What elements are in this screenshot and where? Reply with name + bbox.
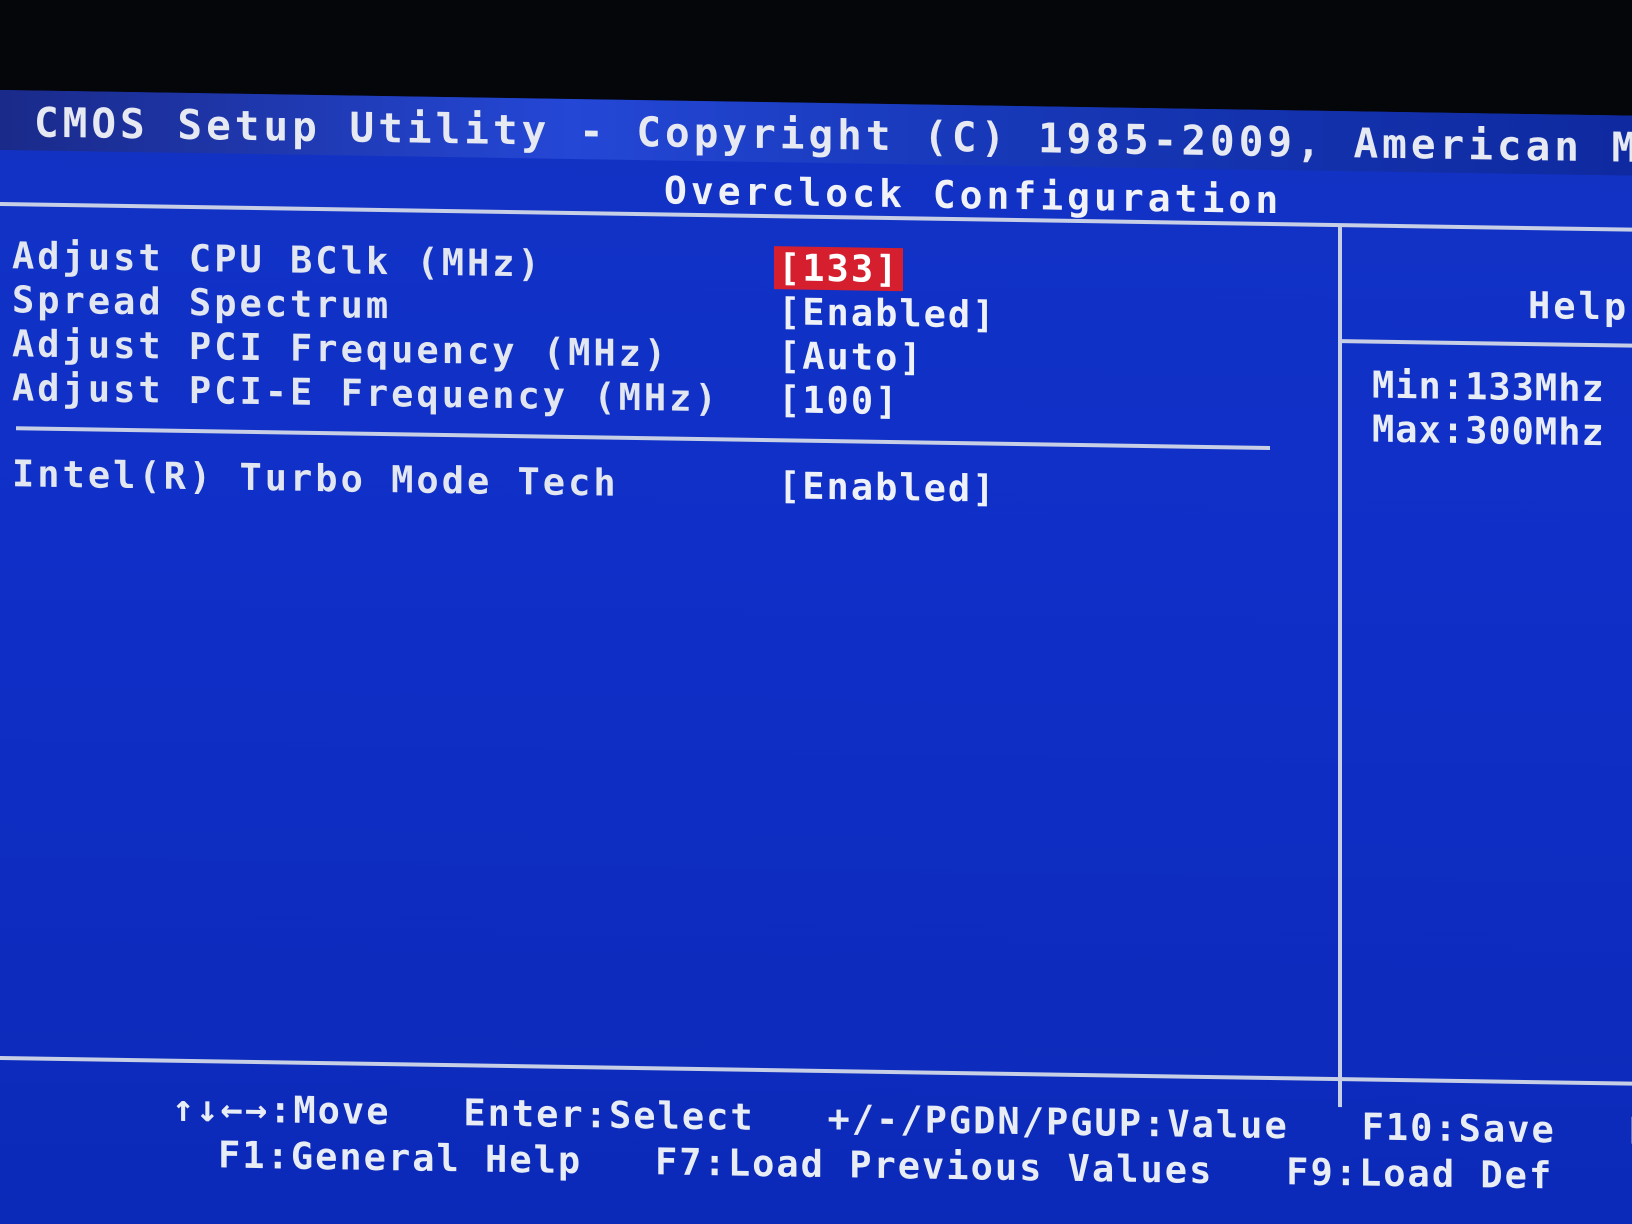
- bios-screen: CMOS Setup Utility - Copyright (C) 1985-…: [0, 90, 1632, 1224]
- footer-action-value: :Value: [1143, 1101, 1289, 1148]
- footer-action-move: :Move: [269, 1088, 391, 1134]
- footer-divider: [0, 1056, 1632, 1086]
- section-divider: [16, 426, 1270, 450]
- utility-title: CMOS Setup Utility - Copyright (C) 1985-…: [34, 98, 1632, 175]
- footer-action-load-previous: :Load Previous Values: [703, 1141, 1214, 1193]
- setting-label: Spread Spectrum: [12, 278, 392, 328]
- footer-action-help: :General Help: [266, 1134, 583, 1183]
- help-title: Help: [1528, 284, 1630, 329]
- help-max-text: Max:300Mhz: [1372, 407, 1605, 455]
- footer-key-f9: F9: [1286, 1150, 1335, 1194]
- footer-key-f7: F7: [654, 1140, 704, 1185]
- help-min-text: Min:133Mhz: [1372, 363, 1605, 411]
- footer-key-f10: F10: [1361, 1105, 1435, 1150]
- setting-value[interactable]: [Enabled]: [774, 290, 1000, 337]
- setting-value[interactable]: [100]: [774, 378, 903, 423]
- setting-label: Intel(R) Turbo Mode Tech: [12, 452, 619, 505]
- setting-value[interactable]: [Auto]: [774, 334, 928, 379]
- help-title-divider: [1342, 339, 1632, 348]
- footer-action-select: :Select: [584, 1093, 755, 1139]
- footer-key-move: ↑↓←→: [172, 1086, 270, 1132]
- setting-row-turbo-mode[interactable]: Intel(R) Turbo Mode Tech [Enabled]: [12, 452, 1312, 516]
- footer-key-value: +/-/PGDN/PGUP: [827, 1096, 1144, 1145]
- footer-key-esc: ESC: [1628, 1109, 1632, 1154]
- setting-value-selected[interactable]: [133]: [774, 246, 904, 292]
- footer-action-load-defaults: :Load Def: [1334, 1150, 1554, 1198]
- footer-action-save: :Save: [1434, 1106, 1556, 1152]
- help-panel-divider: [1338, 227, 1342, 1108]
- footer-key-enter: Enter: [463, 1091, 585, 1137]
- title-bar: CMOS Setup Utility - Copyright (C) 1985-…: [0, 90, 1632, 176]
- setting-value[interactable]: [Enabled]: [774, 464, 1000, 511]
- footer-key-f1: F1: [218, 1133, 267, 1178]
- setting-label: Adjust CPU BClk (MHz): [12, 234, 543, 286]
